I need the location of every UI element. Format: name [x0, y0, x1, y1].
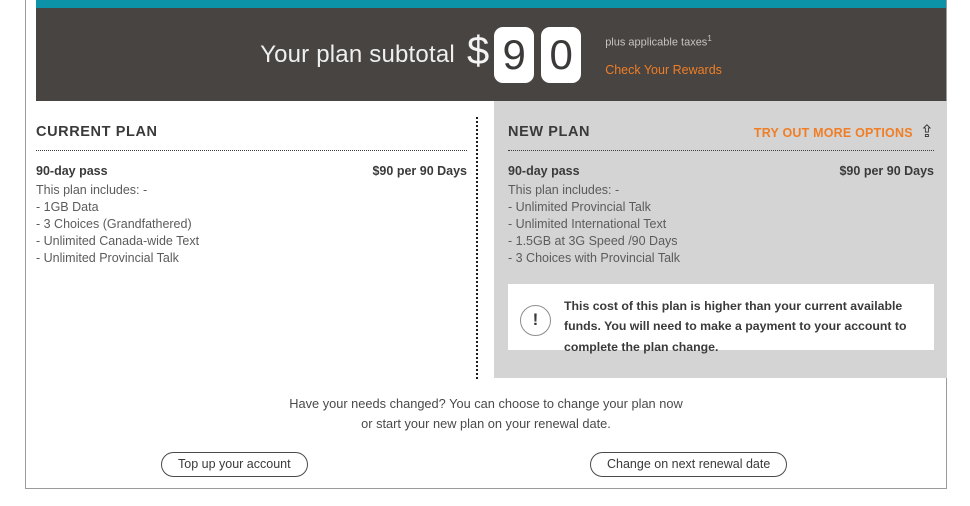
new-plan-includes-label: This plan includes: - [508, 183, 620, 197]
current-plan-feature: - 3 Choices (Grandfathered) [36, 217, 192, 231]
new-plan-column: NEW PLAN TRY OUT MORE OPTIONS ⇪ 90-day p… [494, 101, 947, 378]
current-plan-name: 90-day pass [36, 164, 108, 178]
change-on-next-renewal-date-button[interactable]: Change on next renewal date [590, 452, 788, 477]
try-out-more-options-label: TRY OUT MORE OPTIONS [753, 125, 913, 140]
new-plan-price: $90 per 90 Days [839, 164, 934, 178]
exclamation-glyph: ! [532, 310, 539, 329]
current-plan-feature: - 1GB Data [36, 200, 99, 214]
footer-actions: Top up your account Change on next renew… [25, 452, 947, 482]
subtotal-label: Your plan subtotal [260, 40, 455, 68]
amount-digit: 9 [494, 26, 535, 83]
current-plan-price: $90 per 90 Days [372, 164, 467, 178]
new-plan-feature: - Unlimited International Text [508, 217, 667, 231]
new-plan-title: NEW PLAN [508, 124, 591, 140]
new-plan-header: NEW PLAN TRY OUT MORE OPTIONS ⇪ [508, 122, 934, 144]
top-up-your-account-button[interactable]: Top up your account [161, 452, 308, 477]
new-plan-summary-row: 90-day pass $90 per 90 Days [508, 164, 934, 178]
subtotal-banner: Your plan subtotal $ 9 0 plus applicable… [36, 8, 946, 101]
current-plan-column: CURRENT PLAN 90-day pass $90 per 90 Days… [31, 101, 472, 265]
footer-message-line1: Have your needs changed? You can choose … [289, 396, 683, 411]
current-plan-title: CURRENT PLAN [36, 124, 158, 140]
current-plan-divider [36, 150, 467, 151]
current-plan-includes-label: This plan includes: - [36, 183, 148, 197]
currency-symbol: $ [466, 28, 490, 73]
subtotal-banner-content: Your plan subtotal $ 9 0 plus applicable… [36, 8, 946, 101]
try-out-more-options-button[interactable]: TRY OUT MORE OPTIONS ⇪ [753, 122, 934, 141]
new-plan-feature: - Unlimited Provincial Talk [508, 200, 651, 214]
new-plan-divider [508, 150, 934, 151]
new-plan-feature: - 1.5GB at 3G Speed /90 Days [508, 234, 678, 248]
exclamation-circle-icon: ! [520, 305, 551, 336]
new-plan-feature: - 3 Choices with Provincial Talk [508, 251, 681, 265]
current-plan-feature: - Unlimited Canada-wide Text [36, 234, 200, 248]
current-plan-feature: - Unlimited Provincial Talk [36, 251, 179, 265]
insufficient-funds-warning: ! This cost of this plan is higher than … [508, 284, 934, 354]
plan-comparison-area: CURRENT PLAN 90-day pass $90 per 90 Days… [25, 101, 947, 383]
current-plan-summary-row: 90-day pass $90 per 90 Days [36, 164, 467, 178]
amount-digits: 9 0 [494, 26, 582, 83]
tax-note-superscript: 1 [707, 34, 712, 44]
arrow-up-icon: ⇪ [919, 122, 934, 141]
tax-note-text: plus applicable taxes [605, 36, 708, 49]
tax-note: plus applicable taxes1 [605, 34, 722, 49]
banner-meta: plus applicable taxes1 Check Your Reward… [605, 34, 722, 77]
warning-text: This cost of this plan is higher than yo… [564, 299, 907, 354]
new-plan-name: 90-day pass [508, 164, 580, 178]
current-plan-header: CURRENT PLAN [36, 124, 467, 144]
teal-accent-bar [36, 0, 946, 8]
amount-digit: 0 [541, 26, 582, 83]
column-divider [476, 117, 478, 379]
check-your-rewards-link[interactable]: Check Your Rewards [605, 63, 722, 77]
footer-message: Have your needs changed? You can choose … [25, 394, 947, 434]
footer-message-line2: or start your new plan on your renewal d… [361, 415, 611, 431]
plan-change-page: Your plan subtotal $ 9 0 plus applicable… [0, 0, 970, 506]
